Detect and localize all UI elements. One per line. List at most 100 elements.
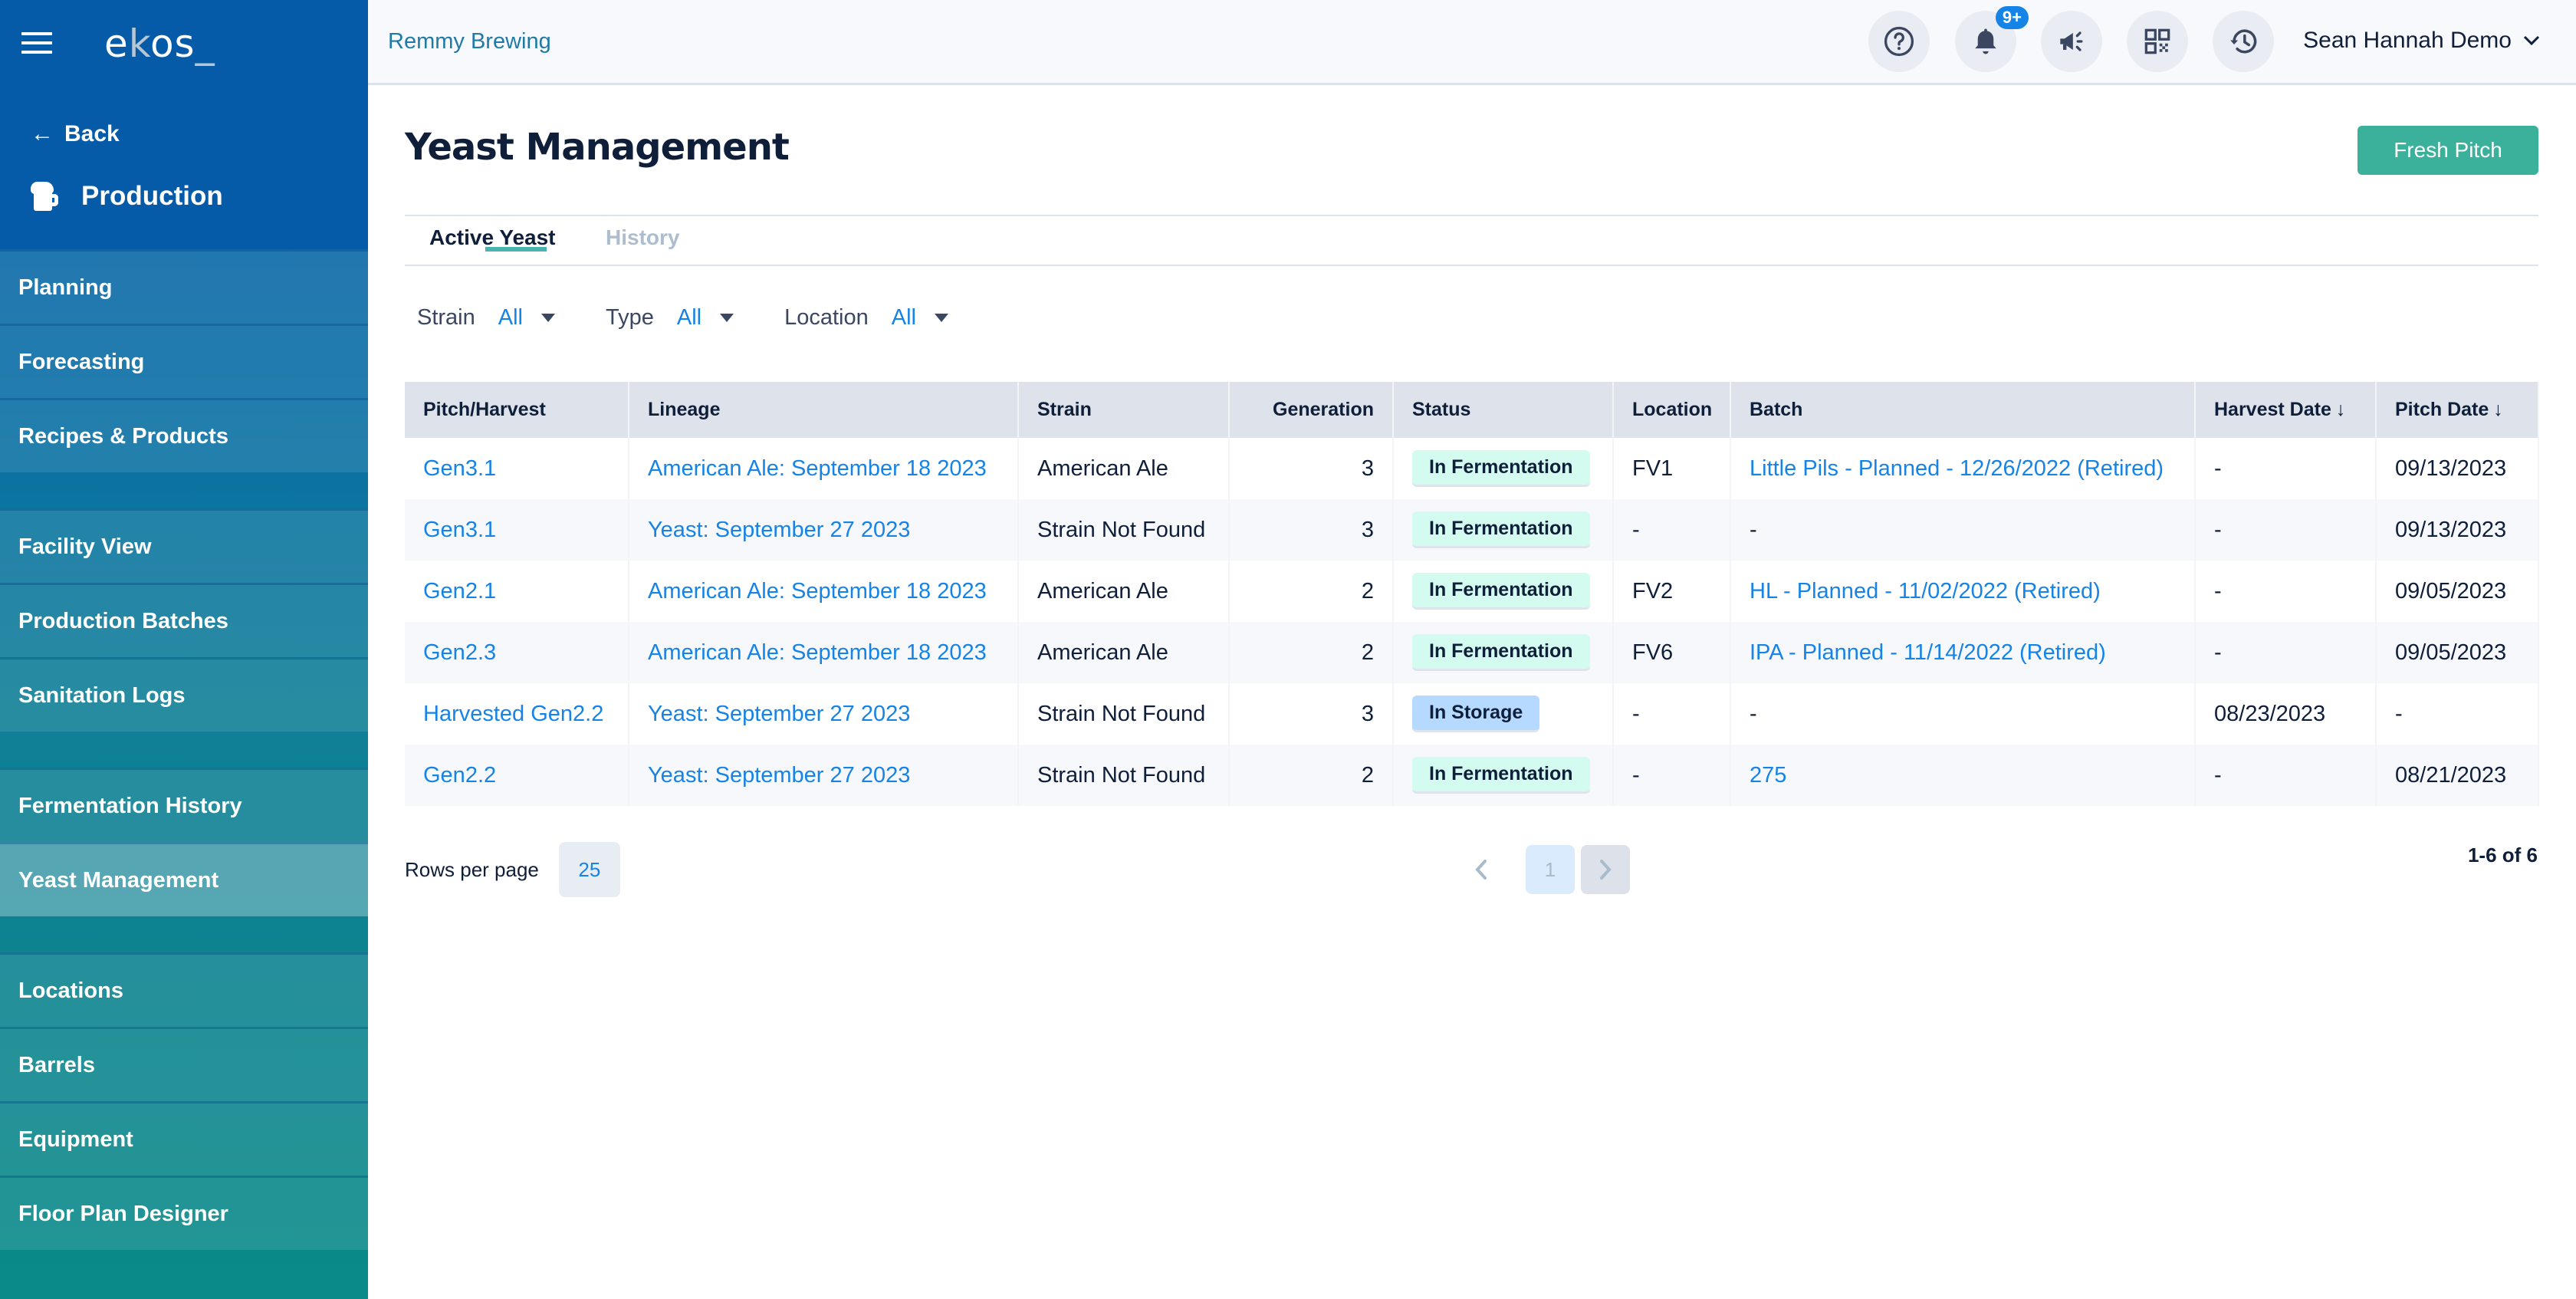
bell-icon [1975, 28, 1996, 54]
generation-value: 2 [1361, 578, 1374, 603]
page-button-current[interactable]: 1 [1526, 845, 1575, 894]
notifications-button[interactable]: 9+ [1955, 6, 2029, 72]
pitch-harvest-link[interactable]: Gen2.3 [423, 640, 496, 665]
sidebar-item-forecasting[interactable]: Forecasting [0, 324, 368, 398]
lineage-link[interactable]: Yeast: September 27 2023 [648, 763, 910, 788]
pitch-date-value: 09/05/2023 [2395, 578, 2507, 603]
sidebar-item-equipment[interactable]: Equipment [0, 1101, 368, 1176]
sidebar-item-facility-view[interactable]: Facility View [0, 508, 368, 583]
location-value: - [1632, 701, 1640, 726]
lineage-link[interactable]: American Ale: September 18 2023 [648, 640, 987, 665]
fresh-pitch-button[interactable]: Fresh Pitch [2358, 126, 2538, 175]
pitch-harvest-link[interactable]: Gen2.2 [423, 763, 496, 788]
column-header-strain[interactable]: Strain [1018, 382, 1230, 438]
pitch-harvest-link[interactable]: Harvested Gen2.2 [423, 702, 603, 726]
cell-pitch-date: 09/13/2023 [2376, 499, 2539, 561]
sidebar-item-production-batches[interactable]: Production Batches [0, 583, 368, 657]
sidebar-item-label: Production Batches [18, 608, 228, 633]
cell-batch: 275 [1730, 745, 2196, 806]
qr-code-button[interactable] [2127, 11, 2188, 72]
cell-harvest-date: - [2195, 438, 2377, 499]
pitch-harvest-link[interactable]: Gen3.1 [423, 518, 496, 542]
filter-location[interactable]: Location All [784, 305, 948, 331]
section-title: Production [31, 181, 223, 212]
column-header-harvest-date[interactable]: Harvest Date ↓ [2195, 382, 2377, 438]
chevron-down-icon [2523, 35, 2540, 46]
sidebar-item-locations[interactable]: Locations [0, 952, 368, 1027]
previous-page-button[interactable] [1457, 845, 1506, 894]
organization-name[interactable]: Remmy Brewing [388, 29, 551, 54]
user-menu[interactable]: Sean Hannah Demo [2303, 28, 2541, 54]
caret-down-icon [541, 314, 555, 322]
sidebar-item-recipes-products[interactable]: Recipes & Products [0, 398, 368, 472]
section-title-label: Production [81, 181, 223, 211]
sidebar-group-divider [0, 916, 368, 952]
tab-label: Active Yeast [429, 225, 556, 249]
history-button[interactable] [2213, 11, 2274, 72]
batch-link[interactable]: Little Pils - Planned - 12/26/2022 (Reti… [1750, 456, 2164, 481]
cell-generation: 3 [1229, 499, 1394, 561]
back-link[interactable]: ← Back [31, 121, 120, 147]
harvest-date-value: - [2214, 455, 2222, 481]
sidebar-item-planning[interactable]: Planning [0, 249, 368, 324]
menu-icon[interactable] [21, 32, 52, 55]
sidebar-item-label: Locations [18, 978, 123, 1003]
status-badge: In Fermentation [1412, 511, 1590, 548]
pitch-date-value: - [2395, 701, 2403, 726]
column-header-pitch-date[interactable]: Pitch Date ↓ [2376, 382, 2539, 438]
sidebar: ekos_ ← Back Production Planning Forecast… [0, 0, 368, 1299]
pitch-harvest-link[interactable]: Gen2.1 [423, 579, 496, 603]
column-header-pitch-harvest[interactable]: Pitch/Harvest [405, 382, 629, 438]
lineage-link[interactable]: Yeast: September 27 2023 [648, 702, 910, 726]
column-header-location[interactable]: Location [1613, 382, 1731, 438]
next-page-button[interactable] [1581, 845, 1630, 894]
harvest-date-value: - [2214, 578, 2222, 603]
column-header-lineage[interactable]: Lineage [629, 382, 1019, 438]
generation-value: 3 [1361, 455, 1374, 481]
cell-harvest-date: - [2195, 561, 2377, 622]
help-button[interactable] [1868, 11, 1930, 72]
sidebar-item-fermentation-history[interactable]: Fermentation History [0, 768, 368, 842]
lineage-link[interactable]: American Ale: September 18 2023 [648, 456, 987, 481]
sidebar-item-label: Forecasting [18, 349, 145, 374]
column-header-status[interactable]: Status [1393, 382, 1614, 438]
cell-strain: Strain Not Found [1018, 745, 1230, 806]
lineage-link[interactable]: Yeast: September 27 2023 [648, 518, 910, 542]
batch-link[interactable]: IPA - Planned - 11/14/2022 (Retired) [1750, 640, 2106, 665]
tab-history[interactable]: History [606, 225, 679, 250]
table-row: Gen3.1 American Ale: September 18 2023 Ame… [405, 438, 2539, 499]
cell-location: - [1613, 745, 1731, 806]
pitch-date-value: 08/21/2023 [2395, 762, 2507, 788]
cell-pitch-harvest: Gen3.1 [405, 499, 629, 561]
sidebar-item-floor-plan-designer[interactable]: Floor Plan Designer [0, 1176, 368, 1250]
page-title: Yeast Management [405, 126, 790, 169]
tabs: Active Yeast History [405, 215, 2538, 266]
generation-value: 3 [1361, 517, 1374, 542]
sidebar-item-sanitation-logs[interactable]: Sanitation Logs [0, 657, 368, 732]
column-header-batch[interactable]: Batch [1730, 382, 2196, 438]
rows-per-page-label: Rows per page [405, 857, 539, 881]
cell-harvest-date: - [2195, 745, 2377, 806]
sidebar-item-barrels[interactable]: Barrels [0, 1027, 368, 1101]
sort-arrow-down-icon: ↓ [2335, 399, 2346, 420]
sidebar-item-yeast-management[interactable]: Yeast Management [0, 842, 368, 916]
announcements-button[interactable] [2041, 11, 2102, 72]
pitch-date-value: 09/05/2023 [2395, 640, 2507, 665]
sidebar-item-label: Recipes & Products [18, 423, 228, 449]
filter-label: Type [606, 305, 654, 330]
cell-pitch-harvest: Gen2.2 [405, 745, 629, 806]
filter-label: Location [784, 305, 869, 330]
batch-link[interactable]: HL - Planned - 11/02/2022 (Retired) [1750, 579, 2101, 603]
column-header-generation[interactable]: Generation [1229, 382, 1394, 438]
column-header-label: Pitch Date [2395, 399, 2489, 420]
pitch-harvest-link[interactable]: Gen3.1 [423, 456, 496, 481]
tab-active-yeast[interactable]: Active Yeast [429, 225, 556, 252]
rows-per-page-select[interactable]: 25 [558, 842, 620, 897]
ekos-logo[interactable]: ekos_ [104, 21, 215, 66]
filter-strain[interactable]: Strain All [417, 305, 555, 331]
cell-location: FV2 [1613, 561, 1731, 622]
batch-link[interactable]: 275 [1750, 763, 1786, 788]
filter-type[interactable]: Type All [606, 305, 734, 331]
logo-underscore: _ [195, 21, 215, 66]
lineage-link[interactable]: American Ale: September 18 2023 [648, 579, 987, 603]
